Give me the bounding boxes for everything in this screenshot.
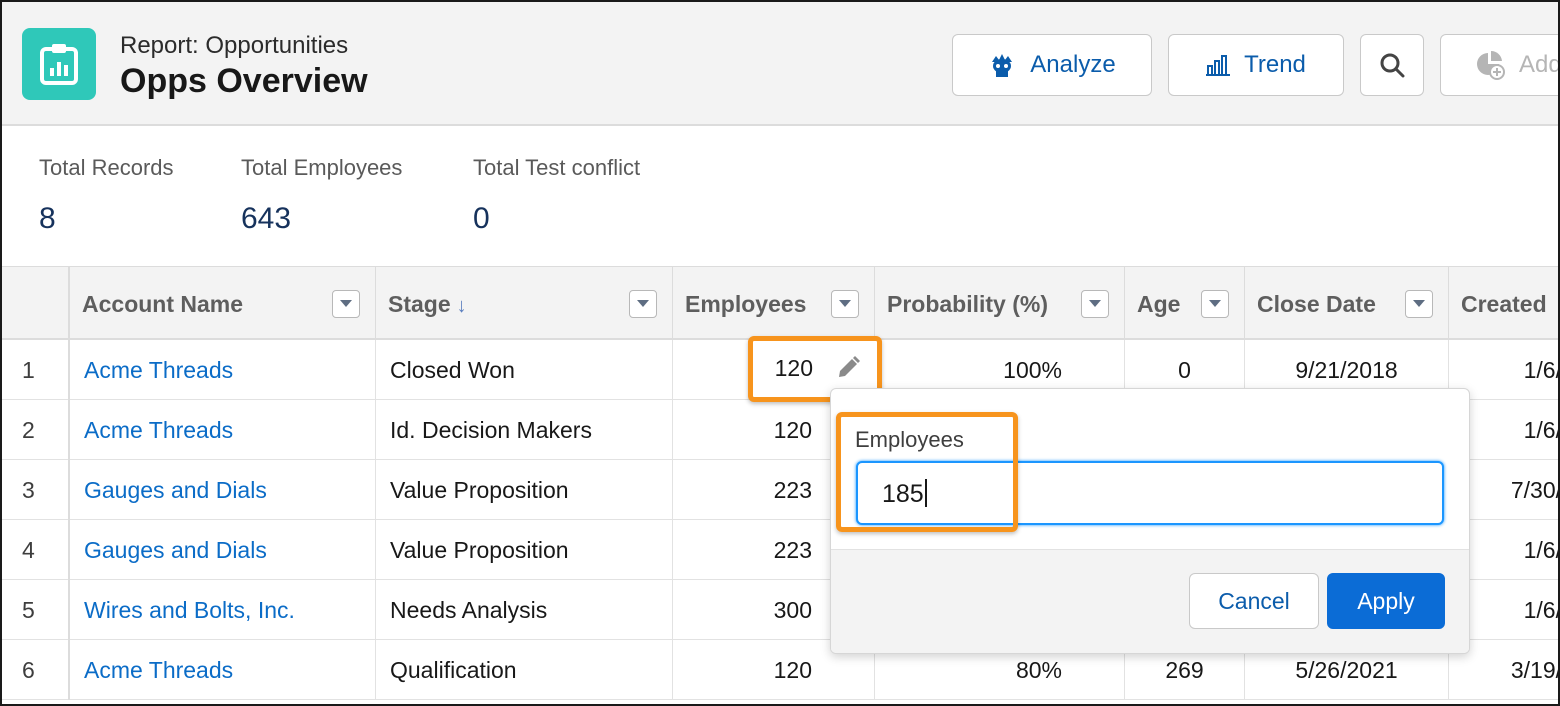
chevron-down-icon bbox=[1413, 300, 1425, 307]
report-window: Report: Opportunities Opps Overview Anal… bbox=[0, 0, 1560, 706]
report-icon bbox=[22, 28, 96, 100]
account-name-link[interactable]: Acme Threads bbox=[70, 640, 376, 700]
trend-button[interactable]: Trend bbox=[1168, 34, 1344, 96]
stage-cell: Id. Decision Makers bbox=[376, 400, 673, 460]
column-header-stage[interactable]: Stage ↓ bbox=[376, 267, 673, 341]
chevron-down-icon bbox=[340, 300, 352, 307]
inline-edit-popover: Employees 185 Cancel Apply bbox=[830, 388, 1470, 654]
total-test-conflict-value: 0 bbox=[473, 202, 490, 235]
column-header-created[interactable]: Created bbox=[1449, 267, 1558, 341]
page-title: Opps Overview bbox=[120, 62, 368, 100]
total-test-conflict-label: Total Test conflict bbox=[473, 155, 641, 180]
total-employees-value: 643 bbox=[241, 202, 292, 235]
chevron-down-icon bbox=[1089, 300, 1101, 307]
employees-input-value: 185 bbox=[882, 480, 924, 508]
column-header-account-name[interactable]: Account Name bbox=[70, 267, 376, 341]
column-label: Account Name bbox=[82, 291, 244, 317]
chevron-down-icon bbox=[1209, 300, 1221, 307]
account-name-link[interactable]: Acme Threads bbox=[70, 400, 376, 460]
trend-button-label: Trend bbox=[1244, 51, 1306, 78]
chevron-down-icon bbox=[839, 300, 851, 307]
column-header-probability[interactable]: Probability (%) bbox=[875, 267, 1125, 341]
row-number: 4 bbox=[2, 520, 70, 580]
column-menu-button[interactable] bbox=[629, 290, 657, 318]
chevron-down-icon bbox=[637, 300, 649, 307]
cancel-button[interactable]: Cancel bbox=[1189, 573, 1319, 629]
table-header: Account Name Stage ↓ Employees Probabilit… bbox=[2, 266, 1558, 341]
row-number-header bbox=[2, 267, 70, 341]
report-type-label: Report: Opportunities bbox=[120, 32, 349, 59]
employees-field-label: Employees bbox=[855, 427, 964, 452]
analyze-button-label: Analyze bbox=[1030, 51, 1116, 78]
text-caret bbox=[924, 479, 927, 507]
row-number: 6 bbox=[2, 640, 70, 700]
einstein-icon bbox=[992, 54, 1013, 77]
column-menu-button[interactable] bbox=[831, 290, 859, 318]
search-button[interactable] bbox=[1360, 34, 1424, 96]
stage-cell: Value Proposition bbox=[376, 520, 673, 580]
row-number: 5 bbox=[2, 580, 70, 640]
account-name-link[interactable]: Acme Threads bbox=[70, 340, 376, 400]
column-menu-button[interactable] bbox=[1405, 290, 1433, 318]
column-label: Stage bbox=[388, 291, 451, 317]
search-icon bbox=[1380, 53, 1405, 78]
employees-cell-value: 120 bbox=[774, 355, 813, 381]
row-number: 2 bbox=[2, 400, 70, 460]
account-name-link[interactable]: Wires and Bolts, Inc. bbox=[70, 580, 376, 640]
row-number: 3 bbox=[2, 460, 70, 520]
total-records-value: 8 bbox=[39, 202, 56, 235]
stage-cell: Value Proposition bbox=[376, 460, 673, 520]
column-menu-button[interactable] bbox=[1081, 290, 1109, 318]
column-label: Employees bbox=[685, 291, 807, 317]
sort-descending-icon: ↓ bbox=[456, 295, 467, 317]
add-chart-button[interactable]: Add bbox=[1440, 34, 1560, 96]
stage-cell: Closed Won bbox=[376, 340, 673, 400]
bar-chart-icon bbox=[1206, 55, 1231, 76]
column-menu-button[interactable] bbox=[1201, 290, 1229, 318]
column-label: Probability (%) bbox=[887, 291, 1049, 317]
total-employees-label: Total Employees bbox=[241, 155, 403, 180]
column-header-employees[interactable]: Employees bbox=[673, 267, 875, 341]
stage-cell: Needs Analysis bbox=[376, 580, 673, 640]
pie-chart-add-icon bbox=[1477, 50, 1505, 80]
column-label: Age bbox=[1137, 291, 1181, 317]
account-name-link[interactable]: Gauges and Dials bbox=[70, 460, 376, 520]
apply-button[interactable]: Apply bbox=[1327, 573, 1445, 629]
add-chart-button-label: Add bbox=[1519, 51, 1560, 78]
total-records-label: Total Records bbox=[39, 155, 174, 180]
column-label: Close Date bbox=[1257, 291, 1376, 317]
stage-cell: Qualification bbox=[376, 640, 673, 700]
column-header-age[interactable]: Age bbox=[1125, 267, 1245, 341]
report-header: Report: Opportunities Opps Overview Anal… bbox=[2, 2, 1560, 126]
column-label: Created bbox=[1461, 291, 1547, 317]
column-header-close-date[interactable]: Close Date bbox=[1245, 267, 1449, 341]
edit-pencil-icon[interactable] bbox=[835, 355, 861, 386]
account-name-link[interactable]: Gauges and Dials bbox=[70, 520, 376, 580]
row-number: 1 bbox=[2, 340, 70, 400]
analyze-button[interactable]: Analyze bbox=[952, 34, 1152, 96]
column-menu-button[interactable] bbox=[332, 290, 360, 318]
employees-input[interactable]: 185 bbox=[856, 461, 1444, 525]
